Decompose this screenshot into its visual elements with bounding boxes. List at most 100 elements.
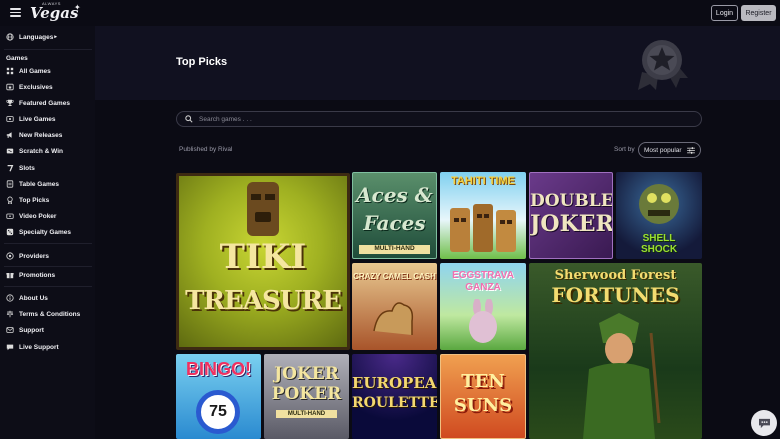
sidebar-item-video-poker[interactable]: Video Poker <box>6 210 56 222</box>
game-tile-joker-poker[interactable]: JOKER POKER MULTI-HAND <box>264 354 349 439</box>
game-tile-bingo-75[interactable]: BINGO! 75 <box>176 354 261 439</box>
game-subtitle: ROULETTE <box>352 395 437 411</box>
archer-icon <box>583 313 661 439</box>
scale-icon <box>6 310 14 318</box>
top-picks-badge-icon <box>638 40 688 90</box>
sidebar-item-label: Top Picks <box>19 196 50 204</box>
hero-banner: Top Picks <box>95 26 780 100</box>
logo-text: Vegas <box>30 4 79 22</box>
site-logo[interactable]: ALWAYS Vegas ✦ <box>30 1 81 23</box>
sidebar-item-label: Video Poker <box>19 212 57 220</box>
sidebar-item-live-support[interactable]: Live Support <box>6 341 59 353</box>
trophy-icon <box>6 99 14 107</box>
login-button[interactable]: Login <box>711 5 738 21</box>
globe-icon <box>6 33 14 41</box>
logo-star-icon: ✦ <box>74 3 81 12</box>
sidebar-item-label: Promotions <box>19 271 56 279</box>
sidebar-item-new-releases[interactable]: New Releases <box>6 129 62 141</box>
game-tag: MULTI-HAND <box>359 245 430 254</box>
mail-icon <box>6 326 14 334</box>
game-title: JOKER <box>274 364 339 384</box>
info-icon <box>6 294 14 302</box>
chat-bubble-icon <box>6 343 14 351</box>
sidebar-item-label: Specialty Games <box>19 228 72 236</box>
sidebar-item-label: Exclusives <box>19 83 53 91</box>
sidebar-item-label: Table Games <box>19 180 59 188</box>
search-bar[interactable] <box>176 111 702 127</box>
table-icon <box>6 180 14 188</box>
sidebar-item-top-picks[interactable]: Top Picks <box>6 194 49 206</box>
sidebar-item-label: Support <box>19 326 44 334</box>
sidebar-item-featured-games[interactable]: Featured Games <box>6 97 70 109</box>
game-tile-shell-shock[interactable]: SHELL SHOCK <box>616 172 702 259</box>
game-tile-sherwood-forest-fortunes[interactable]: Sherwood Forest FORTUNES <box>529 263 702 439</box>
game-subtitle: JOKER <box>530 211 613 237</box>
filter-sliders-icon <box>687 147 695 154</box>
sidebar-item-slots[interactable]: Slots <box>6 162 35 174</box>
game-tile-tiki-treasure[interactable]: TIKI TREASURE <box>176 173 350 350</box>
game-tile-aces-faces[interactable]: Aces & Faces MULTI-HAND <box>352 172 437 259</box>
game-title: CRAZY CAMEL CASH <box>353 272 436 281</box>
game-subtitle: TREASURE <box>185 286 342 316</box>
sidebar-item-exclusives[interactable]: Exclusives <box>6 81 53 93</box>
top-bar: ALWAYS Vegas ✦ Login Register <box>0 0 780 26</box>
scratch-icon <box>6 147 14 155</box>
award-icon <box>6 196 14 204</box>
game-subtitle: FORTUNES <box>551 283 680 307</box>
game-tile-european-roulette[interactable]: EUROPEAN ROULETTE <box>352 354 437 439</box>
divider <box>4 243 92 244</box>
sidebar-item-label: Live Support <box>19 343 59 351</box>
games-heading: Games <box>6 55 28 62</box>
game-tile-tahiti-time[interactable]: TAHITI TIME <box>440 172 526 259</box>
sidebar-item-live-games[interactable]: Live Games <box>6 113 56 125</box>
game-title: SHELL <box>642 233 676 244</box>
game-title: Aces & <box>356 183 433 207</box>
dice-icon <box>6 228 14 236</box>
sidebar-item-label: Slots <box>19 164 35 172</box>
sidebar-item-terms[interactable]: Terms & Conditions <box>6 308 80 320</box>
sidebar-item-table-games[interactable]: Table Games <box>6 178 59 190</box>
sidebar-item-support[interactable]: Support <box>6 324 44 336</box>
slots-icon <box>6 164 14 172</box>
divider <box>4 49 92 50</box>
game-tile-ten-suns[interactable]: TEN SUNS <box>440 354 526 439</box>
search-input[interactable] <box>199 115 679 123</box>
sort-value: Most popular <box>644 146 682 154</box>
bunny-icon <box>469 299 497 343</box>
game-subtitle: SHOCK <box>640 244 678 255</box>
register-button[interactable]: Register <box>741 5 776 21</box>
sidebar-item-label: New Releases <box>19 131 63 139</box>
menu-icon[interactable] <box>10 8 21 17</box>
game-subtitle: Faces <box>363 211 426 235</box>
sidebar-item-promotions[interactable]: Promotions <box>6 269 55 281</box>
game-title: Sherwood Forest <box>554 268 677 283</box>
megaphone-icon <box>6 131 14 139</box>
publisher-label: Published by Rival <box>179 146 233 153</box>
game-tile-eggstravaganza[interactable]: EGGSTRAVA GANZA <box>440 263 526 350</box>
game-title: EGGSTRAVA <box>452 270 514 281</box>
bingo-ball: 75 <box>196 390 240 434</box>
monster-icon <box>639 184 679 224</box>
star-box-icon <box>6 83 14 91</box>
bingo-number: 75 <box>209 403 227 420</box>
divider <box>4 266 92 267</box>
sort-select[interactable]: Most popular <box>638 142 701 158</box>
sort-label: Sort by <box>614 146 635 153</box>
tiki-mask-icon <box>247 182 279 236</box>
game-tile-crazy-camel-cash[interactable]: CRAZY CAMEL CASH <box>352 263 437 350</box>
sidebar-item-specialty-games[interactable]: Specialty Games <box>6 226 71 238</box>
sidebar-item-about-us[interactable]: About Us <box>6 292 48 304</box>
sidebar-item-providers[interactable]: Providers <box>6 250 49 262</box>
sidebar-item-languages[interactable]: Languages ▸ <box>6 31 57 43</box>
game-tile-double-joker[interactable]: DOUBLE JOKER <box>529 172 613 259</box>
page-title: Top Picks <box>176 56 228 68</box>
sidebar-item-all-games[interactable]: All Games <box>6 65 51 77</box>
tiki-figures-icon <box>450 204 516 252</box>
cards-icon <box>6 212 14 220</box>
game-subtitle: POKER <box>271 384 342 404</box>
sidebar-item-label: Scratch & Win <box>19 147 64 155</box>
game-title: BINGO! <box>186 359 251 379</box>
sidebar-item-label: Terms & Conditions <box>19 310 81 318</box>
sidebar-item-scratch-win[interactable]: Scratch & Win <box>6 145 63 157</box>
live-chat-button[interactable] <box>751 410 777 436</box>
